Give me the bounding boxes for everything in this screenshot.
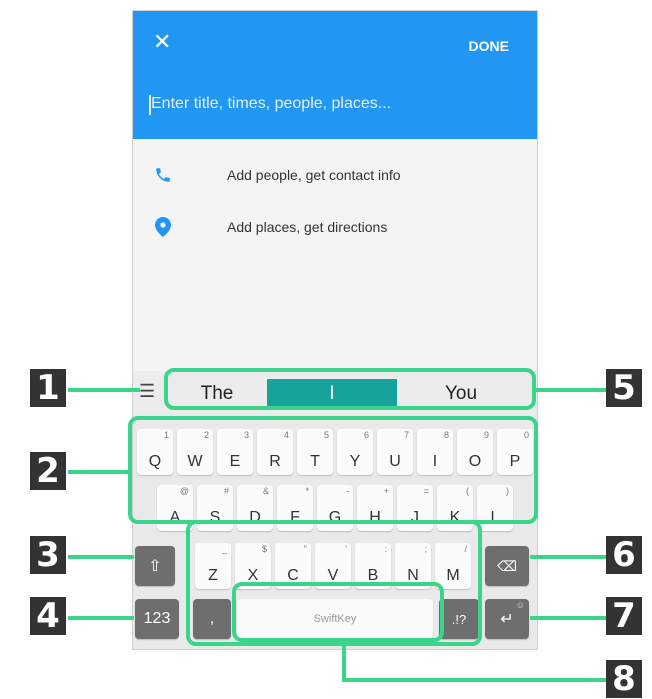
app-bar: ✕ DONE Enter title, times, people, place…: [133, 11, 537, 139]
callout-line-2: [68, 470, 130, 474]
done-button[interactable]: DONE: [469, 38, 509, 54]
numbers-key[interactable]: 123: [135, 599, 179, 639]
emoji-hint: ☺: [515, 600, 525, 610]
callout-line-7: [530, 616, 606, 620]
add-people-row[interactable]: Add people, get contact info: [153, 163, 401, 187]
close-icon[interactable]: ✕: [153, 31, 171, 53]
highlight-prediction-bar: [164, 368, 536, 410]
callout-line-4: [68, 616, 134, 620]
hamburger-menu-icon[interactable]: ☰: [139, 381, 155, 402]
shift-key[interactable]: ⇧: [135, 546, 175, 586]
add-places-row[interactable]: Add places, get directions: [153, 215, 387, 239]
callout-badge-7: 7: [606, 596, 642, 636]
callout-line-1: [68, 388, 140, 392]
callout-badge-3: 3: [30, 535, 66, 575]
add-people-label: Add people, get contact info: [227, 167, 401, 183]
callout-badge-2: 2: [30, 451, 66, 491]
event-content: Add people, get contact info Add places,…: [133, 139, 537, 369]
callout-line-3: [68, 555, 134, 559]
callout-line-5: [536, 388, 606, 392]
callout-badge-1: 1: [30, 368, 66, 408]
highlight-space-key: [232, 582, 444, 642]
callout-badge-6: 6: [606, 535, 642, 575]
add-places-label: Add places, get directions: [227, 219, 388, 235]
backspace-icon: ⌫: [497, 557, 517, 574]
callout-badge-4: 4: [30, 596, 66, 636]
event-title-input[interactable]: Enter title, times, people, places...: [147, 95, 511, 113]
callout-badge-5: 5: [606, 368, 642, 408]
enter-key[interactable]: ↵ ☺: [485, 599, 529, 639]
callout-line-6: [530, 555, 606, 559]
highlight-letter-keys: [128, 416, 538, 524]
shift-icon: ⇧: [148, 558, 162, 575]
callout-badge-8: 8: [606, 659, 642, 699]
location-pin-icon: [153, 217, 173, 237]
phone-icon: [153, 165, 173, 185]
backspace-key[interactable]: ⌫: [485, 546, 529, 586]
callout-line-8-v: [342, 642, 346, 682]
enter-icon: ↵: [500, 611, 514, 628]
callout-line-8-h: [342, 678, 606, 682]
